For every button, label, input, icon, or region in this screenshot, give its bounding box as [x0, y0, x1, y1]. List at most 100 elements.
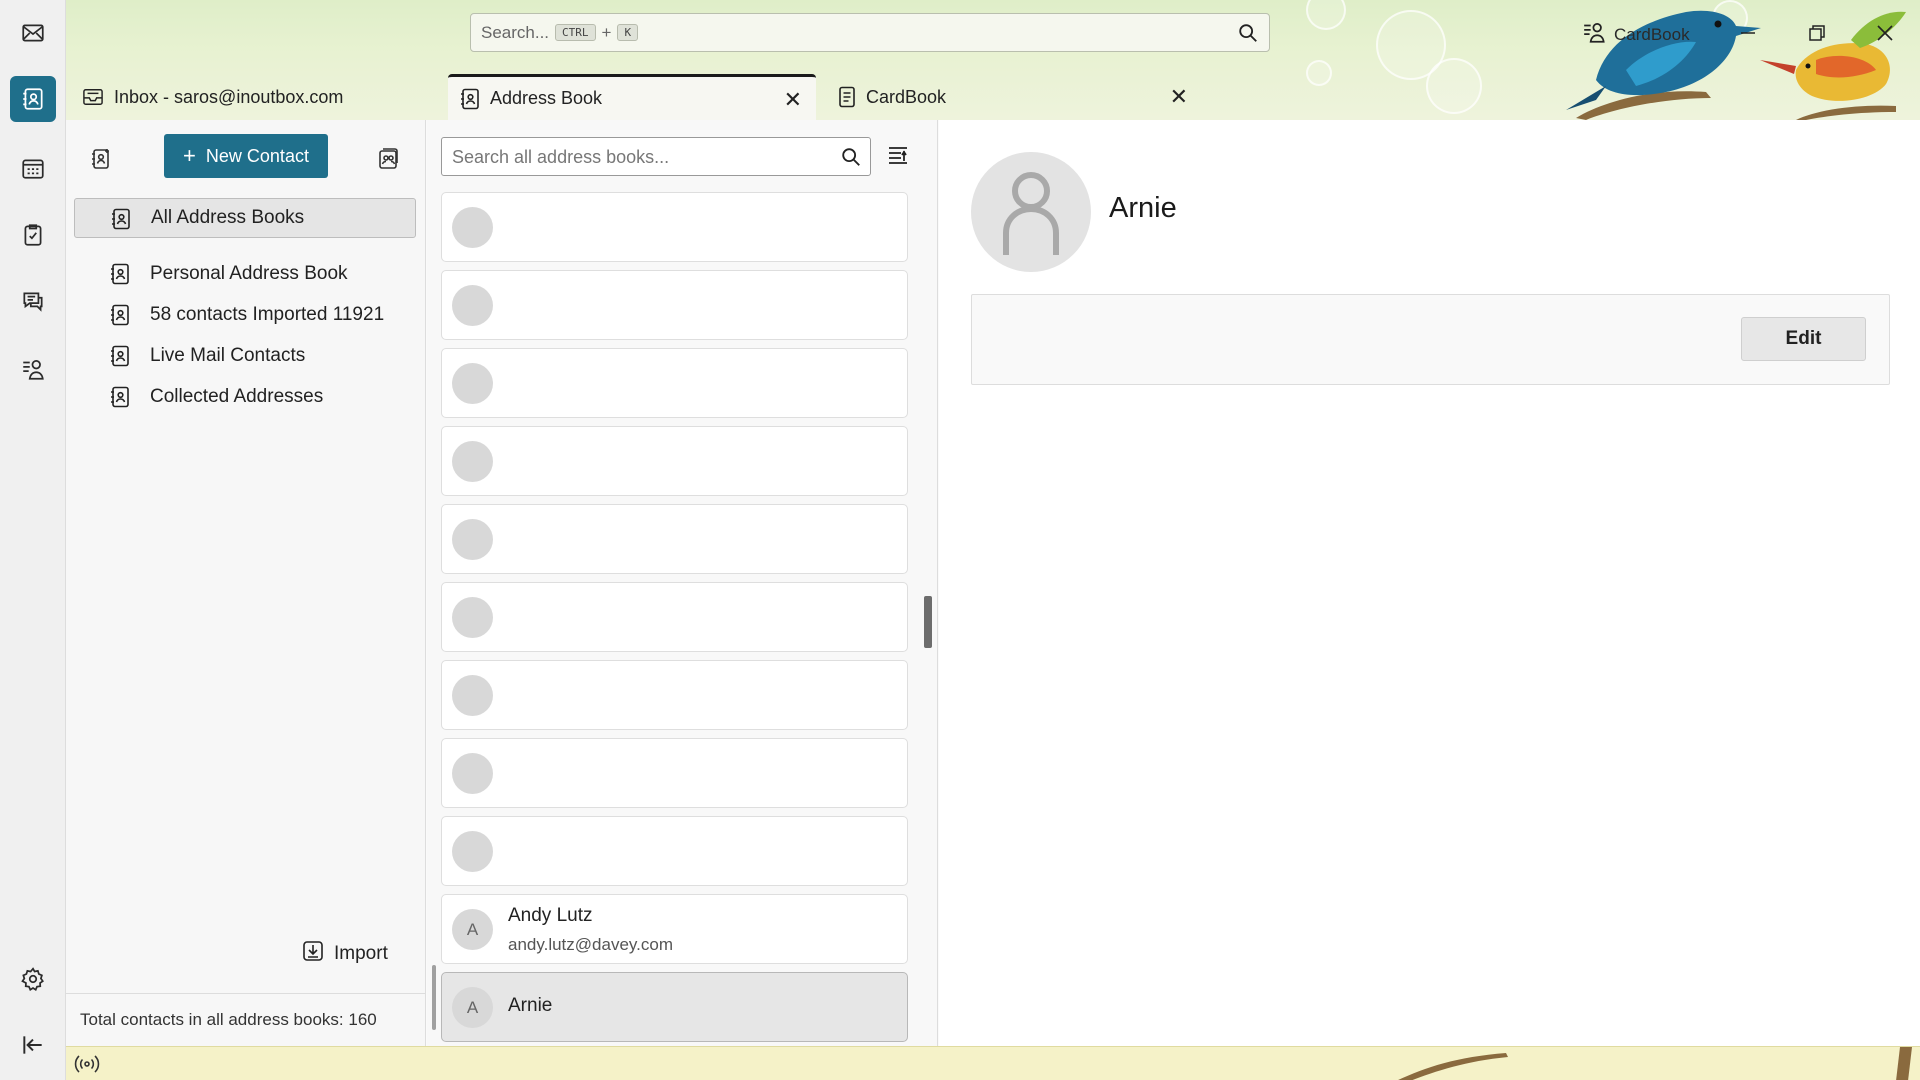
- new-address-book-icon[interactable]: [84, 142, 118, 176]
- bubble-decoration: [1306, 0, 1346, 30]
- contact-avatar: [452, 597, 493, 638]
- restore-button[interactable]: [1802, 18, 1832, 48]
- cardbook-icon: [1582, 20, 1608, 49]
- new-contact-button[interactable]: + New Contact: [164, 134, 328, 178]
- contact-avatar: [452, 363, 493, 404]
- import-icon: [302, 940, 324, 968]
- branch-decoration: [1398, 1053, 1508, 1080]
- contact-name: Andy Lutz: [508, 905, 593, 926]
- tab-address-book[interactable]: Address Book ✕: [448, 74, 816, 120]
- pane-splitter[interactable]: [432, 965, 436, 1030]
- contact-email: andy.lutz@davey.com: [508, 935, 673, 954]
- address-book-icon: [460, 88, 480, 110]
- shortcut-plus: +: [601, 22, 612, 42]
- address-book-search-placeholder: Search all address books...: [452, 147, 670, 167]
- close-window-button[interactable]: [1870, 18, 1900, 48]
- cardbook-label: CardBook: [1614, 24, 1690, 44]
- contacts-list-pane: Search all address books... A Andy Lutz an…: [427, 120, 938, 1046]
- new-contact-label: New Contact: [205, 145, 309, 166]
- address-book-label: Live Mail Contacts: [150, 345, 306, 366]
- tab-label: Inbox - saros@inoutbox.com: [114, 86, 344, 107]
- contact-card[interactable]: [441, 270, 908, 340]
- address-book-label: 58 contacts Imported 11921: [150, 304, 385, 325]
- contact-details-box: Edit: [971, 294, 1890, 385]
- import-label: Import: [334, 943, 388, 964]
- online-status-icon[interactable]: [74, 1053, 100, 1080]
- shortcut-ctrl-key: CTRL: [555, 24, 596, 41]
- close-tab-icon[interactable]: ✕: [784, 87, 802, 113]
- status-bar: [66, 1046, 1920, 1080]
- address-book-icon: [111, 208, 131, 230]
- address-book-label: Personal Address Book: [150, 263, 348, 284]
- address-book-imported[interactable]: 58 contacts Imported 11921: [74, 295, 416, 335]
- address-book-live-mail[interactable]: Live Mail Contacts: [74, 336, 416, 376]
- chat-icon[interactable]: [10, 278, 56, 324]
- contact-avatar: [452, 753, 493, 794]
- address-book-collected[interactable]: Collected Addresses: [74, 377, 416, 417]
- address-book-label: Collected Addresses: [150, 386, 324, 407]
- contact-avatar: A: [452, 987, 493, 1028]
- search-icon[interactable]: [840, 146, 862, 173]
- address-book-personal[interactable]: Personal Address Book: [74, 254, 416, 294]
- address-book-icon: [110, 386, 130, 408]
- contact-card[interactable]: [441, 426, 908, 496]
- contact-name: Arnie: [1109, 192, 1177, 224]
- address-book-icon: [110, 345, 130, 367]
- contact-card[interactable]: [441, 816, 908, 886]
- cardbook-tab-icon: [838, 86, 856, 108]
- bubble-decoration: [1306, 60, 1332, 86]
- cardbook-icon[interactable]: [10, 346, 56, 392]
- close-tab-icon[interactable]: ✕: [1170, 84, 1188, 110]
- address-book-all[interactable]: All Address Books: [74, 198, 416, 238]
- list-scrollbar-thumb[interactable]: [924, 596, 932, 648]
- list-options-icon[interactable]: [887, 144, 909, 171]
- global-search-placeholder: Search...: [481, 22, 550, 42]
- total-contacts: Total contacts in all address books: 160: [66, 993, 425, 1046]
- collapse-icon[interactable]: [10, 1022, 56, 1068]
- calendar-icon[interactable]: [10, 145, 56, 191]
- contact-avatar: [452, 831, 493, 872]
- minimize-button[interactable]: [1733, 18, 1763, 48]
- contact-avatar: [971, 152, 1091, 272]
- search-icon[interactable]: [1237, 22, 1259, 49]
- spaces-toolbar: [0, 0, 66, 1080]
- contact-card[interactable]: [441, 192, 908, 262]
- contact-avatar: [452, 207, 493, 248]
- contact-avatar: [452, 675, 493, 716]
- address-book-icon[interactable]: [10, 76, 56, 122]
- branch-decoration: [1896, 1047, 1912, 1080]
- tab-inbox[interactable]: Inbox - saros@inoutbox.com: [82, 74, 442, 120]
- contact-avatar: A: [452, 909, 493, 950]
- tasks-icon[interactable]: [10, 212, 56, 258]
- contact-detail-pane: Arnie Edit: [939, 120, 1920, 1046]
- person-icon: [1003, 172, 1059, 255]
- mail-icon[interactable]: [10, 10, 56, 56]
- global-search-input[interactable]: Search... CTRL + K: [470, 13, 1270, 52]
- bubble-decoration: [1426, 58, 1482, 114]
- cardbook-launcher[interactable]: CardBook: [1582, 20, 1690, 49]
- tab-cardbook[interactable]: CardBook ✕: [838, 74, 1202, 120]
- address-book-label: All Address Books: [151, 207, 305, 228]
- address-book-icon: [110, 263, 130, 285]
- tab-label: Address Book: [490, 88, 603, 108]
- contact-card[interactable]: A Arnie: [441, 972, 908, 1042]
- contact-card[interactable]: [441, 660, 908, 730]
- edit-button[interactable]: Edit: [1741, 317, 1866, 361]
- shortcut-k-key: K: [617, 24, 639, 41]
- contact-avatar: [452, 441, 493, 482]
- address-books-pane: + New Contact All Address Books Personal…: [66, 120, 426, 1046]
- contact-name: Arnie: [508, 995, 553, 1016]
- address-book-search-input[interactable]: Search all address books...: [441, 137, 871, 176]
- inbox-icon: [82, 87, 104, 107]
- contact-avatar: [452, 285, 493, 326]
- contact-card[interactable]: [441, 582, 908, 652]
- import-button[interactable]: Import: [302, 940, 388, 968]
- contact-card[interactable]: [441, 504, 908, 574]
- tab-label: CardBook: [866, 86, 947, 107]
- contact-card[interactable]: [441, 348, 908, 418]
- settings-icon[interactable]: [10, 956, 56, 1002]
- contact-card[interactable]: [441, 738, 908, 808]
- address-book-icon: [110, 304, 130, 326]
- contact-card[interactable]: A Andy Lutz andy.lutz@davey.com: [441, 894, 908, 964]
- new-list-icon[interactable]: [371, 142, 405, 176]
